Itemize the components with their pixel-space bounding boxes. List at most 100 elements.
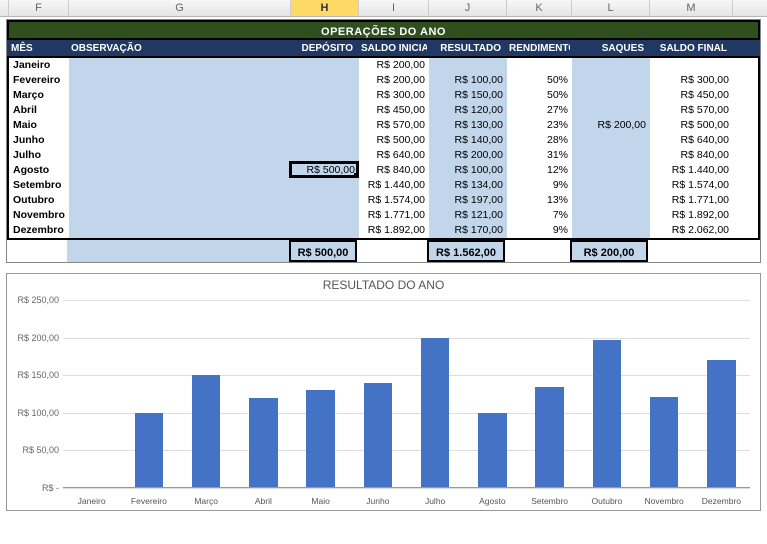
cell-saques[interactable] — [572, 148, 650, 163]
cell-saldo-final[interactable]: R$ 500,00 — [650, 118, 733, 133]
cell-mes[interactable]: Outubro — [9, 193, 69, 208]
cell-rendimento[interactable]: 28% — [507, 133, 572, 148]
cell-resultado[interactable]: R$ 200,00 — [429, 148, 507, 163]
cell-mes[interactable]: Maio — [9, 118, 69, 133]
chart-bar[interactable] — [421, 338, 450, 488]
cell-deposito[interactable] — [291, 223, 359, 238]
cell-saques[interactable] — [572, 163, 650, 178]
chart-bar[interactable] — [593, 340, 622, 488]
cell-deposito[interactable] — [291, 148, 359, 163]
cell-deposito[interactable] — [291, 133, 359, 148]
cell-resultado[interactable] — [429, 58, 507, 73]
cell-deposito[interactable] — [291, 58, 359, 73]
chart-bar[interactable] — [192, 375, 221, 488]
chart-bar[interactable] — [364, 383, 393, 488]
cell-deposito[interactable] — [291, 73, 359, 88]
cell-saques[interactable] — [572, 193, 650, 208]
cell-saldo-inicial[interactable]: R$ 500,00 — [359, 133, 429, 148]
column-header-m[interactable]: M — [650, 0, 733, 16]
chart-bar[interactable] — [650, 397, 679, 488]
cell-saques[interactable] — [572, 223, 650, 238]
cell-saques[interactable] — [572, 208, 650, 223]
cell-rendimento[interactable]: 50% — [507, 88, 572, 103]
chart-bar[interactable] — [249, 398, 278, 488]
cell-rendimento[interactable]: 13% — [507, 193, 572, 208]
cell-saldo-final[interactable] — [650, 58, 733, 73]
cell-resultado[interactable]: R$ 100,00 — [429, 163, 507, 178]
cell-saldo-final[interactable]: R$ 2.062,00 — [650, 223, 733, 238]
cell-saques[interactable] — [572, 178, 650, 193]
cell-saques[interactable] — [572, 73, 650, 88]
cell-rendimento[interactable]: 9% — [507, 223, 572, 238]
cell-rendimento[interactable]: 12% — [507, 163, 572, 178]
cell-observacao[interactable] — [69, 193, 291, 208]
cell-observacao[interactable] — [69, 103, 291, 118]
cell-saldo-inicial[interactable]: R$ 570,00 — [359, 118, 429, 133]
cell-resultado[interactable]: R$ 170,00 — [429, 223, 507, 238]
cell-saldo-inicial[interactable]: R$ 1.574,00 — [359, 193, 429, 208]
cell-mes[interactable]: Dezembro — [9, 223, 69, 238]
cell-observacao[interactable] — [69, 223, 291, 238]
cell-saldo-inicial[interactable]: R$ 1.771,00 — [359, 208, 429, 223]
cell-observacao[interactable] — [69, 208, 291, 223]
cell-resultado[interactable]: R$ 197,00 — [429, 193, 507, 208]
cell-saldo-final[interactable]: R$ 1.574,00 — [650, 178, 733, 193]
cell-saldo-final[interactable]: R$ 640,00 — [650, 133, 733, 148]
cell-mes[interactable]: Setembro — [9, 178, 69, 193]
cell-saldo-final[interactable]: R$ 1.771,00 — [650, 193, 733, 208]
cell-deposito[interactable] — [291, 103, 359, 118]
cell-saldo-final[interactable]: R$ 300,00 — [650, 73, 733, 88]
column-header-g[interactable]: G — [69, 0, 291, 16]
cell-rendimento[interactable]: 23% — [507, 118, 572, 133]
cell-saques[interactable] — [572, 103, 650, 118]
cell-mes[interactable]: Março — [9, 88, 69, 103]
cell-saldo-inicial[interactable]: R$ 200,00 — [359, 58, 429, 73]
chart-bar[interactable] — [707, 360, 736, 488]
cell-rendimento[interactable]: 31% — [507, 148, 572, 163]
cell-resultado[interactable]: R$ 121,00 — [429, 208, 507, 223]
cell-saques[interactable] — [572, 58, 650, 73]
cell-saldo-inicial[interactable]: R$ 840,00 — [359, 163, 429, 178]
cell-rendimento[interactable] — [507, 58, 572, 73]
cell-mes[interactable]: Agosto — [9, 163, 69, 178]
cell-resultado[interactable]: R$ 140,00 — [429, 133, 507, 148]
cell-observacao[interactable] — [69, 88, 291, 103]
cell-deposito[interactable]: R$ 500,00 — [291, 163, 359, 178]
cell-mes[interactable]: Julho — [9, 148, 69, 163]
cell-mes[interactable]: Junho — [9, 133, 69, 148]
column-header-i[interactable]: I — [359, 0, 429, 16]
cell-mes[interactable]: Novembro — [9, 208, 69, 223]
cell-deposito[interactable] — [291, 178, 359, 193]
chart-bar[interactable] — [535, 387, 564, 488]
cell-rendimento[interactable]: 50% — [507, 73, 572, 88]
cell-saldo-final[interactable]: R$ 1.440,00 — [650, 163, 733, 178]
cell-deposito[interactable] — [291, 208, 359, 223]
cell-observacao[interactable] — [69, 118, 291, 133]
cell-rendimento[interactable]: 7% — [507, 208, 572, 223]
cell-saques[interactable] — [572, 133, 650, 148]
cell-mes[interactable]: Janeiro — [9, 58, 69, 73]
cell-resultado[interactable]: R$ 120,00 — [429, 103, 507, 118]
cell-observacao[interactable] — [69, 58, 291, 73]
cell-resultado[interactable]: R$ 100,00 — [429, 73, 507, 88]
cell-deposito[interactable] — [291, 118, 359, 133]
cell-observacao[interactable] — [69, 133, 291, 148]
cell-deposito[interactable] — [291, 193, 359, 208]
cell-saques[interactable] — [572, 88, 650, 103]
cell-saldo-inicial[interactable]: R$ 1.440,00 — [359, 178, 429, 193]
cell-saldo-inicial[interactable]: R$ 300,00 — [359, 88, 429, 103]
column-header-j[interactable]: J — [429, 0, 507, 16]
cell-observacao[interactable] — [69, 178, 291, 193]
cell-mes[interactable]: Fevereiro — [9, 73, 69, 88]
cell-saldo-inicial[interactable]: R$ 640,00 — [359, 148, 429, 163]
chart-bar[interactable] — [135, 413, 164, 488]
cell-saques[interactable]: R$ 200,00 — [572, 118, 650, 133]
cell-rendimento[interactable]: 9% — [507, 178, 572, 193]
cell-resultado[interactable]: R$ 134,00 — [429, 178, 507, 193]
cell-saldo-inicial[interactable]: R$ 1.892,00 — [359, 223, 429, 238]
cell-saldo-inicial[interactable]: R$ 200,00 — [359, 73, 429, 88]
cell-resultado[interactable]: R$ 130,00 — [429, 118, 507, 133]
cell-mes[interactable]: Abril — [9, 103, 69, 118]
cell-deposito[interactable] — [291, 88, 359, 103]
cell-observacao[interactable] — [69, 148, 291, 163]
